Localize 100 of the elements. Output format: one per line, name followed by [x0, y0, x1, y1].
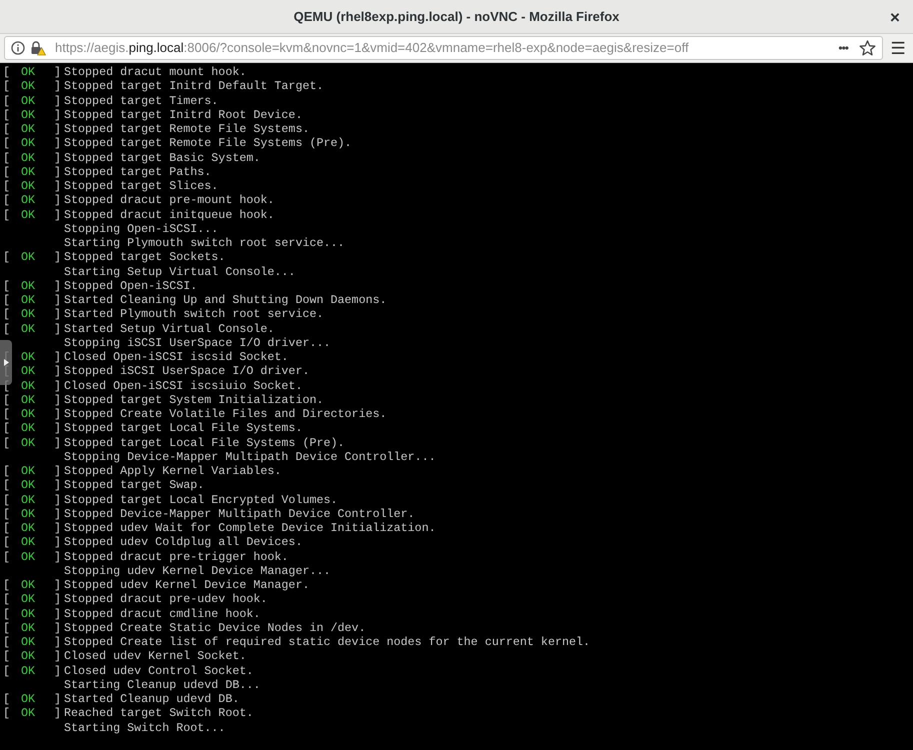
bracket: ] [54, 307, 62, 322]
info-icon[interactable] [11, 41, 25, 55]
log-message: Starting Switch Root... [64, 720, 226, 735]
bracket: ] [54, 649, 62, 664]
bracket: ] [54, 407, 62, 422]
status-label: OK [21, 635, 36, 650]
status-label: OK [21, 293, 36, 308]
bracket: ] [54, 706, 62, 720]
bracket: ] [54, 592, 62, 606]
insecure-lock-icon[interactable] [30, 40, 46, 56]
bracket: [ [3, 122, 12, 136]
log-message: Stopping iSCSI UserSpace I/O driver... [64, 336, 331, 350]
log-message: Stopped Open-iSCSI. [64, 278, 198, 293]
status-label: OK [21, 94, 36, 108]
bracket: [ [3, 606, 12, 621]
log-message: Starting Setup Virtual Console... [64, 264, 296, 279]
status-label: OK [21, 122, 36, 136]
log-message: Stopped target Timers. [64, 94, 218, 108]
bracket: [ [3, 150, 12, 165]
bracket: [ [3, 535, 12, 550]
status-label: OK [21, 378, 36, 393]
bracket: ] [54, 378, 62, 393]
status-label: OK [21, 464, 36, 478]
bracket: ] [54, 65, 62, 80]
bracket: [ [3, 407, 12, 422]
log-message: Stopped Apply Kernel Variables. [64, 464, 282, 478]
bracket: ] [54, 692, 62, 706]
bracket: [ [3, 635, 12, 650]
log-message: Stopped dracut initqueue hook. [64, 208, 274, 222]
log-message: Stopped target Swap. [64, 478, 204, 492]
bracket: [ [3, 278, 12, 293]
bracket: ] [54, 250, 62, 264]
bracket: [ [3, 322, 12, 336]
close-button[interactable]: × [885, 7, 905, 27]
log-message: Closed Open-iSCSI iscsid Socket. [64, 350, 288, 364]
status-label: OK [21, 506, 36, 521]
bracket: ] [54, 606, 62, 621]
bracket: ] [54, 322, 62, 336]
log-message: Stopped Create Static Device Nodes in /dev. [64, 620, 366, 635]
status-label: OK [21, 392, 36, 407]
bracket: [ [3, 506, 12, 521]
status-label: OK [21, 578, 36, 592]
bracket: ] [54, 350, 62, 364]
log-message: Stopped Create Volatile Files and Directories. [64, 407, 387, 422]
status-label: OK [21, 350, 36, 364]
status-label: OK [21, 307, 36, 322]
status-label: OK [21, 65, 36, 80]
bracket: [ [3, 164, 12, 179]
status-label: OK [21, 436, 36, 450]
log-message: Stopped target Local File Systems (Pre). [64, 436, 345, 450]
status-label: OK [21, 592, 36, 606]
status-label: OK [21, 606, 36, 621]
log-message: Stopped target Local File Systems. [64, 421, 302, 436]
bracket: [ [3, 521, 12, 536]
bracket: [ [3, 307, 12, 322]
log-message: Closed Open-iSCSI iscsiuio Socket. [64, 378, 302, 393]
log-message: Started Cleaning Up and Shutting Down Daemons. [64, 293, 387, 308]
bracket: ] [54, 535, 62, 550]
bracket: [ [3, 578, 12, 592]
status-label: OK [21, 492, 36, 507]
bracket: [ [3, 478, 12, 492]
address-bar[interactable]: https://aegis.ping.local:8006/?console=kvm&novnc=1&vmid=402&vmname=rhel8-exp&node=aegis&resize=off ••• [4, 36, 883, 60]
bracket: ] [54, 492, 62, 507]
log-message: Stopped iSCSI UserSpace I/O driver. [64, 364, 310, 378]
status-label: OK [21, 521, 36, 536]
bracket: [ [3, 550, 12, 564]
bracket: [ [3, 208, 12, 222]
bracket: ] [54, 464, 62, 478]
bracket: ] [54, 550, 62, 564]
url-text[interactable]: https://aegis.ping.local:8006/?console=kvm&novnc=1&vmid=402&vmname=rhel8-exp&node=aegis&resize=off [55, 38, 689, 58]
bracket: [ [3, 464, 12, 478]
status-label: OK [21, 179, 36, 194]
bracket: [ [3, 436, 12, 450]
menu-button[interactable]: ☰ [887, 40, 909, 56]
page-actions-button[interactable]: ••• [838, 39, 848, 57]
log-message: Stopped target Local Encrypted Volumes. [64, 492, 338, 507]
bracket: ] [54, 122, 62, 136]
status-label: OK [21, 208, 36, 222]
status-label: OK [21, 664, 36, 678]
status-label: OK [21, 250, 36, 264]
log-message: Stopped dracut pre-udev hook. [64, 592, 268, 606]
bracket: ] [54, 278, 62, 293]
bracket: [ [3, 293, 12, 308]
star-icon[interactable] [859, 40, 876, 56]
bracket: ] [54, 664, 62, 678]
log-message: Stopped target Basic System. [64, 150, 260, 165]
status-label: OK [21, 278, 36, 293]
log-message: Stopped udev Wait for Complete Device Initialization. [64, 521, 436, 536]
status-label: OK [21, 193, 36, 208]
status-label: OK [21, 407, 36, 422]
log-message: Stopped target Paths. [64, 164, 212, 179]
bracket: ] [54, 293, 62, 308]
status-label: OK [21, 108, 36, 122]
bracket: ] [54, 364, 62, 378]
bracket: ] [54, 193, 62, 208]
status-label: OK [21, 322, 36, 336]
bracket: [ [3, 364, 12, 378]
status-label: OK [21, 478, 36, 492]
bracket: ] [54, 208, 62, 222]
log-message: Stopping Device-Mapper Multipath Device Controller... [64, 450, 436, 464]
